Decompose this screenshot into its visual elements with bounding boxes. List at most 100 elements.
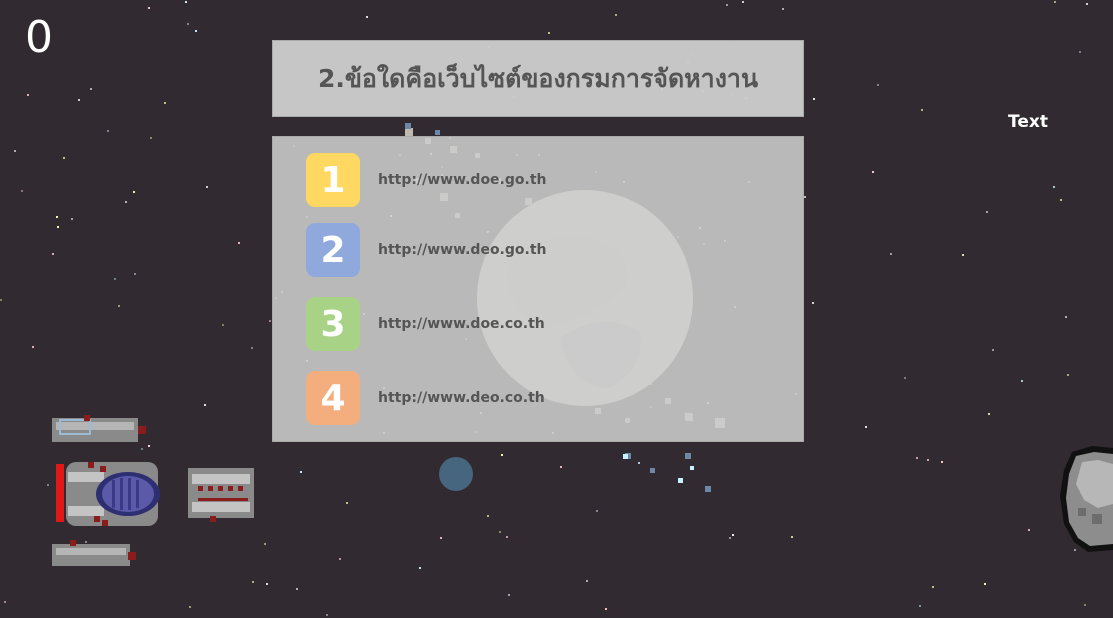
star	[204, 404, 206, 406]
answer-text[interactable]: http://www.doe.go.th	[378, 172, 547, 188]
star	[932, 586, 934, 588]
answer-text[interactable]: http://www.deo.go.th	[378, 242, 547, 258]
star	[548, 32, 550, 34]
star	[419, 567, 421, 569]
answer-number-badge[interactable]: 1	[306, 153, 360, 207]
star	[615, 14, 617, 16]
answer-option-4[interactable]: 4 http://www.deo.co.th	[306, 371, 545, 425]
star	[32, 346, 34, 348]
star	[1065, 316, 1067, 318]
star	[56, 216, 58, 218]
star	[919, 605, 921, 607]
star	[1084, 604, 1086, 606]
star	[296, 588, 298, 590]
star	[366, 16, 368, 18]
answer-text[interactable]: http://www.doe.co.th	[378, 316, 545, 332]
star	[148, 7, 150, 9]
star	[206, 186, 208, 188]
star	[251, 347, 253, 349]
star	[440, 537, 442, 539]
star	[487, 515, 489, 517]
star	[729, 537, 731, 539]
star	[339, 558, 341, 560]
star	[326, 614, 328, 616]
star	[238, 242, 240, 244]
answers-panel: 1 http://www.doe.go.th 2 http://www.deo.…	[272, 136, 804, 442]
star	[269, 320, 271, 322]
star	[134, 273, 136, 275]
star	[125, 201, 127, 203]
star	[742, 1, 744, 3]
star	[195, 30, 197, 32]
star	[164, 102, 166, 104]
star	[118, 305, 120, 307]
star	[984, 583, 986, 585]
star	[4, 601, 6, 603]
star	[508, 594, 510, 596]
star	[1054, 1, 1056, 3]
star	[1067, 374, 1069, 376]
question-text: 2.ข้อใดคือเว็บไซต์ของกรมการจัดหางาน	[317, 63, 759, 93]
star	[988, 413, 990, 415]
star	[865, 426, 867, 428]
star	[921, 109, 923, 111]
star	[586, 580, 588, 582]
star	[71, 218, 73, 220]
star	[726, 4, 728, 6]
corner-label: Text	[1008, 112, 1048, 132]
star	[114, 278, 116, 280]
star	[605, 608, 607, 610]
star	[962, 254, 964, 256]
star	[927, 459, 929, 461]
star	[941, 461, 943, 463]
star	[986, 211, 988, 213]
star	[812, 302, 814, 304]
star	[185, 1, 187, 3]
star	[596, 510, 598, 512]
star	[992, 349, 994, 351]
star	[791, 536, 793, 538]
answer-option-2[interactable]: 2 http://www.deo.go.th	[306, 223, 547, 277]
star	[78, 99, 80, 101]
star	[804, 196, 806, 198]
star	[813, 98, 815, 100]
star	[1021, 380, 1023, 382]
star	[782, 8, 784, 10]
star	[1053, 186, 1055, 188]
star	[150, 137, 152, 139]
star	[107, 130, 109, 132]
star	[90, 88, 92, 90]
star	[1028, 529, 1030, 531]
moon	[439, 457, 473, 491]
player-spaceship[interactable]	[48, 410, 258, 575]
answer-text[interactable]: http://www.deo.co.th	[378, 390, 545, 406]
star	[252, 581, 254, 583]
star	[222, 324, 224, 326]
question-panel: 2.ข้อใดคือเว็บไซต์ของกรมการจัดหางาน	[272, 40, 804, 117]
star	[346, 502, 348, 504]
star	[27, 94, 29, 96]
star	[63, 157, 65, 159]
star	[57, 226, 59, 228]
star	[872, 171, 874, 173]
star	[300, 471, 302, 473]
star	[14, 150, 16, 152]
star	[877, 84, 879, 86]
score-counter: 0	[25, 12, 53, 63]
star	[499, 531, 501, 533]
answer-option-1[interactable]: 1 http://www.doe.go.th	[306, 153, 547, 207]
star	[506, 536, 508, 538]
answer-number-badge[interactable]: 2	[306, 223, 360, 277]
star	[890, 253, 892, 255]
answer-number-badge[interactable]: 4	[306, 371, 360, 425]
star	[916, 457, 918, 459]
star	[187, 23, 189, 25]
star	[1086, 3, 1088, 5]
asteroid	[1060, 446, 1113, 552]
star	[189, 606, 191, 608]
star	[904, 377, 906, 379]
answer-number-badge[interactable]: 3	[306, 297, 360, 351]
answer-option-3[interactable]: 3 http://www.doe.co.th	[306, 297, 545, 351]
star	[1060, 199, 1062, 201]
star	[21, 190, 23, 192]
